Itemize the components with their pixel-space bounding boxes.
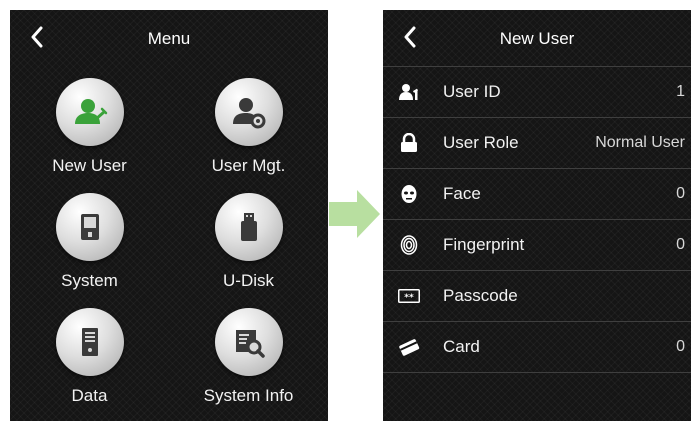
card-icon (397, 335, 421, 359)
row-label: Face (443, 184, 481, 203)
user-id-icon (397, 80, 421, 104)
menu-item-u-disk[interactable]: U-Disk (169, 193, 328, 308)
menu-item-data[interactable]: Data (10, 308, 169, 421)
row-label: User ID (443, 82, 501, 101)
right-arrow-icon (329, 190, 380, 238)
row-user-id[interactable]: User ID 1 (383, 67, 691, 118)
row-label: Card (443, 337, 480, 356)
row-value: 0 (676, 338, 685, 355)
menu-item-label: System Info (203, 386, 294, 405)
row-label: User Role (443, 133, 519, 152)
menu-grid: New User User Mgt. System U-Disk Data Sy… (10, 78, 328, 421)
menu-item-new-user[interactable]: New User (10, 78, 169, 193)
page-title: New User (499, 29, 575, 48)
lock-icon (397, 131, 421, 155)
u-disk-icon (214, 193, 283, 261)
row-passcode[interactable]: ** Passcode (383, 271, 691, 322)
passcode-icon: ** (397, 284, 421, 308)
menu-screen: Menu New User User Mgt. System U-Disk Da… (10, 10, 328, 421)
face-icon (397, 182, 421, 206)
row-value: 0 (676, 236, 685, 253)
menu-item-label: New User (52, 156, 127, 175)
menu-item-label: U-Disk (223, 271, 274, 290)
row-fingerprint[interactable]: Fingerprint 0 (383, 220, 691, 271)
row-face[interactable]: Face 0 (383, 169, 691, 220)
menu-item-label: Data (71, 386, 108, 405)
row-value: 0 (676, 185, 685, 202)
menu-item-label: System (61, 271, 118, 290)
user-mgt-icon (214, 78, 283, 146)
svg-text:**: ** (404, 293, 414, 303)
menu-item-system-info[interactable]: System Info (169, 308, 328, 421)
row-value: Normal User (595, 134, 685, 151)
row-label: Fingerprint (443, 235, 525, 254)
fingerprint-icon (397, 233, 421, 257)
row-label: Passcode (443, 286, 518, 305)
screen-header: New User (383, 10, 691, 66)
system-icon (55, 193, 124, 261)
system-info-icon (214, 308, 283, 376)
menu-item-user-mgt[interactable]: User Mgt. (169, 78, 328, 193)
new-user-screen: New User User ID 1 User Role Normal User… (383, 10, 691, 421)
new-user-icon (55, 78, 124, 146)
row-user-role[interactable]: User Role Normal User (383, 118, 691, 169)
data-icon (55, 308, 124, 376)
new-user-list: User ID 1 User Role Normal User Face 0 F… (383, 66, 691, 373)
menu-item-label: User Mgt. (211, 156, 286, 175)
menu-title: Menu (147, 29, 191, 48)
menu-item-system[interactable]: System (10, 193, 169, 308)
row-value: 1 (676, 83, 685, 100)
row-card[interactable]: Card 0 (383, 322, 691, 373)
